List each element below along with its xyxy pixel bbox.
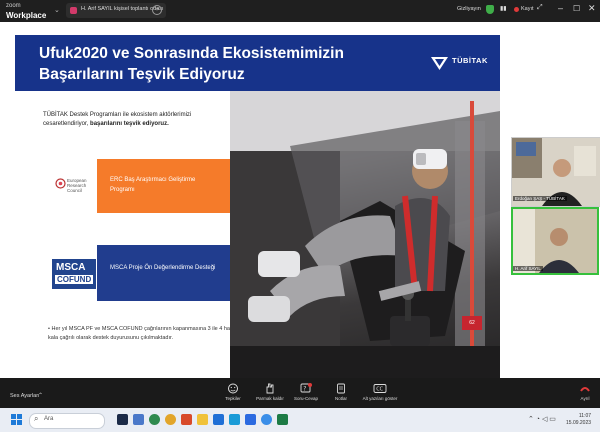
qa-button[interactable]: ? Soru-Cevap	[289, 383, 323, 405]
slide-brand: TÜBİTAK	[452, 56, 488, 65]
close-tab-icon[interactable]: +	[152, 5, 162, 15]
tubitak-logo-icon	[431, 57, 448, 70]
brand-big: Workplace	[6, 11, 47, 20]
slide-bullet: • Her yıl MSCA PF ve MSCA COFUND çağrıla…	[48, 325, 238, 342]
windows-start-icon[interactable]	[11, 414, 22, 425]
clock-time: 11:07	[578, 413, 592, 419]
slide-title-line2: Başarılarını Teşvik Ediyoruz	[39, 66, 245, 83]
raise-hand-button[interactable]: Parmak kaldır	[253, 383, 287, 405]
svg-text:CC: CC	[376, 387, 383, 393]
search-icon: ⌕	[34, 414, 39, 423]
shield-icon[interactable]	[486, 5, 494, 14]
privacy-label: Gizliyayın	[457, 6, 481, 12]
captions-button[interactable]: CC Alt yazıları göster	[356, 383, 404, 405]
slide-bullet-text: Her yıl MSCA PF ve MSCA COFUND çağrıları…	[48, 326, 237, 341]
audio-settings-button[interactable]: Ses Ayarları	[10, 393, 40, 399]
raise-hand-icon	[266, 383, 274, 394]
taskbar-search[interactable]	[29, 413, 105, 429]
msca-program-label: MSCA Proje Ön Değerlendirme Desteği	[110, 265, 216, 271]
msca-program-box: MSCA Proje Ön Değerlendirme Desteği	[97, 245, 230, 301]
record-indicator-icon: ▮▮	[500, 6, 507, 12]
edge-icon[interactable]	[229, 414, 240, 425]
notes-button[interactable]: Notlar	[324, 383, 358, 405]
file-explorer-icon[interactable]	[197, 414, 208, 425]
notes-icon	[337, 383, 345, 394]
notes-label: Notlar	[334, 396, 347, 401]
vr-simulator-photo	[230, 91, 500, 378]
smiley-icon	[228, 383, 238, 394]
leave-icon	[580, 387, 590, 392]
participant-2-video	[513, 209, 597, 273]
chevron-up-icon[interactable]: ⌃	[38, 392, 43, 399]
clock-date: 15.09.2023	[566, 420, 592, 426]
msca-logo-line1: MSCA	[56, 262, 86, 273]
recording-dot-icon	[514, 7, 519, 12]
slide-title-line1: Ufuk2020 ve Sonrasında Ekosistemimizin	[39, 45, 344, 62]
excel-icon[interactable]	[277, 414, 288, 425]
zoom-workplace-brand: zoom Workplace	[6, 2, 46, 20]
word-icon[interactable]	[245, 414, 256, 425]
erc-program-box: ERC Baş Araştırmacı Geliştirme Programı	[97, 159, 230, 213]
maximize-icon[interactable]: ☐	[573, 4, 580, 13]
qa-icon: ?	[300, 383, 312, 393]
chrome-icon[interactable]	[165, 414, 176, 425]
captions-label: Alt yazıları göster	[362, 396, 398, 401]
participant-tile-2-active[interactable]	[511, 207, 599, 275]
recording-label[interactable]: Kayıt	[521, 6, 534, 12]
slide-title: Ufuk2020 ve Sonrasında Ekosistemimizin B…	[39, 43, 369, 85]
slide-photo	[230, 91, 500, 378]
msca-cofund-logo: MSCA COFUND	[52, 259, 96, 289]
taskbar-search-label: Ara	[44, 416, 54, 422]
participant-1-name: Erdoğan ŞAŞ - TÜBİTAK	[513, 196, 567, 201]
taskbar-clock[interactable]: 11:07 15.09.2023	[566, 413, 591, 427]
task-view-icon[interactable]	[117, 414, 128, 425]
qa-label: Soru-Cevap	[293, 396, 318, 401]
participant-2-name: H. Arif SAYIL	[513, 266, 543, 271]
erc-program-label: ERC Baş Araştırmacı Geliştirme Programı	[110, 177, 196, 193]
system-tray[interactable]: ⌃ ◔ ◁ ▭	[528, 415, 556, 423]
chevron-down-icon[interactable]: ⌄	[54, 6, 60, 14]
meeting-tab[interactable]: H. Arif SAYIL kişisel toplantı odası	[66, 3, 166, 18]
slide-intro-bold: başarılarını teşvik ediyoruz.	[90, 121, 169, 127]
leave-button[interactable]: Ayrıl	[572, 383, 598, 405]
erc-logo-text: European Research Council	[67, 178, 87, 193]
slide-header: Ufuk2020 ve Sonrasında Ekosistemimizin B…	[15, 35, 500, 91]
slide-intro: TÜBİTAK Destek Programları ile ekosistem…	[43, 111, 237, 129]
expand-icon[interactable]: ⤢	[537, 4, 543, 12]
office-icon[interactable]	[181, 414, 192, 425]
teams-icon[interactable]	[149, 414, 160, 425]
minimize-icon[interactable]: –	[558, 3, 563, 13]
brand-small: zoom	[6, 3, 21, 9]
raise-hand-label: Parmak kaldır	[256, 396, 284, 401]
cc-icon: CC	[373, 384, 387, 393]
erc-logo-icon	[55, 178, 66, 189]
outlook-icon[interactable]	[213, 414, 224, 425]
meeting-icon	[70, 7, 77, 14]
svg-text:?: ?	[303, 386, 306, 393]
shared-slide: Ufuk2020 ve Sonrasında Ekosistemimizin B…	[15, 35, 500, 378]
msca-logo-line2: COFUND	[55, 275, 94, 284]
close-icon[interactable]: ✕	[588, 3, 596, 14]
widgets-icon[interactable]	[133, 414, 144, 425]
leave-label: Ayrıl	[580, 396, 590, 401]
reactions-label: Tepkiler	[225, 396, 241, 401]
slide-page-badge: 62	[462, 316, 482, 330]
zoom-taskbar-icon[interactable]	[261, 414, 272, 425]
reactions-button[interactable]: Tepkiler	[216, 383, 250, 405]
